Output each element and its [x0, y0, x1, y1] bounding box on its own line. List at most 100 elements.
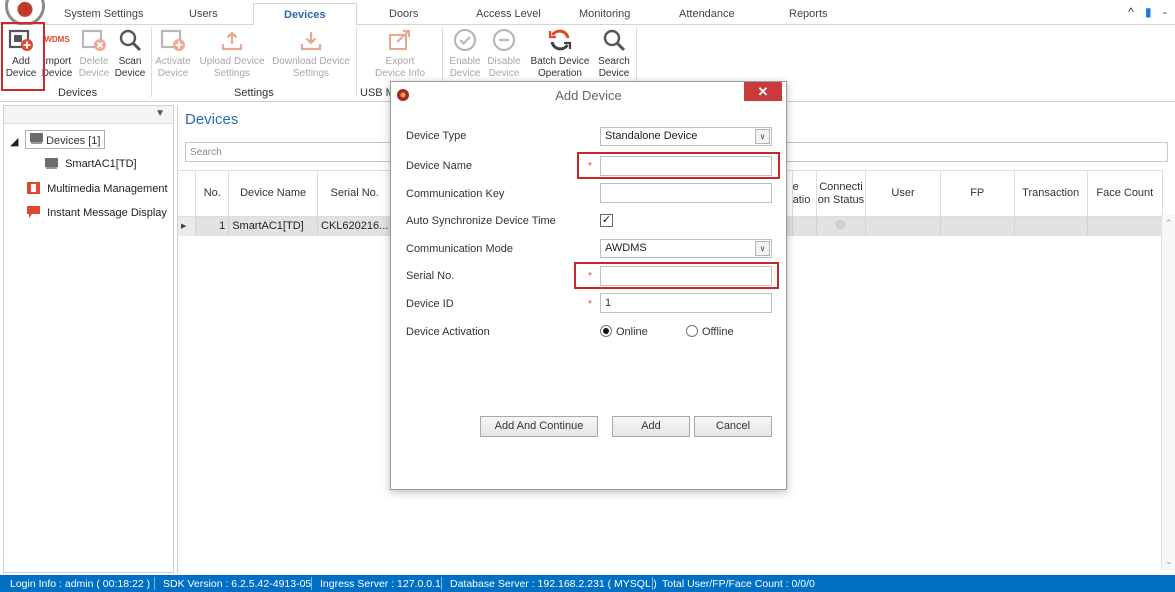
tree-item-instant-message-display[interactable]: Instant Message Display [27, 206, 167, 219]
add-and-continue-button[interactable]: Add And Continue [480, 416, 598, 437]
tab-monitoring[interactable]: Monitoring [579, 8, 630, 20]
tree-item-multimedia-management[interactable]: Multimedia Management [27, 182, 168, 195]
status-database-server: Database Server : 192.168.2.231 ( MYSQL … [450, 578, 657, 590]
enable-device-button[interactable]: Enable Device [447, 27, 483, 79]
required-marker-icon: * [588, 161, 592, 172]
scan-device-button[interactable]: Scan Device [113, 27, 147, 79]
column-header-partial[interactable]: e atio [792, 170, 817, 217]
column-header-fp[interactable]: FP [940, 170, 1015, 217]
cell-serial-no: CKL620216... [317, 216, 393, 236]
online-radio[interactable] [600, 325, 612, 337]
page-title: Devices [185, 111, 239, 128]
refresh-icon [548, 29, 572, 51]
tree-item-smartac1[interactable]: SmartAC1[TD] [45, 158, 137, 170]
tab-doors[interactable]: Doors [389, 8, 418, 20]
batch-device-operation-button[interactable]: Batch Device Operation [528, 27, 592, 79]
vertical-scrollbar[interactable]: ⌃ ⌄ [1161, 215, 1175, 570]
column-header-user[interactable]: User [865, 170, 941, 217]
device-activation-label: Device Activation [406, 326, 490, 338]
offline-radio[interactable] [686, 325, 698, 337]
online-radio-label: Online [616, 326, 648, 338]
tree-panel-header: ▼ [4, 106, 173, 124]
tree-expand-icon[interactable]: ◢ [10, 135, 18, 148]
tab-users[interactable]: Users [189, 8, 218, 20]
add-device-highlight-box [1, 22, 45, 91]
tree-item-devices[interactable]: Devices [1] [25, 130, 106, 149]
dialog-title: Add Device [555, 88, 622, 103]
message-icon [27, 206, 40, 218]
communication-mode-select[interactable]: AWDMS ∨ [600, 239, 772, 258]
required-marker-icon: * [588, 299, 592, 310]
wdms-import-icon: WDMS [44, 35, 70, 44]
device-name-label: Device Name [406, 160, 473, 172]
search-icon [603, 29, 626, 52]
device-folder-icon [30, 133, 43, 144]
tab-system-settings[interactable]: System Settings [64, 8, 143, 20]
required-marker-icon: * [588, 271, 592, 282]
device-type-select[interactable]: Standalone Device ∨ [600, 127, 772, 146]
device-tree-panel: ▼ [3, 105, 174, 573]
connection-status-dot-icon [836, 220, 846, 230]
status-sdk-version: SDK Version : 6.2.5.42-4913-05 [163, 578, 312, 590]
status-ingress-server: Ingress Server : 127.0.0.1 [320, 578, 441, 590]
device-id-label: Device ID [406, 298, 454, 310]
settings-group-label: Settings [234, 87, 274, 99]
device-app-icon[interactable]: ▮ [1145, 5, 1156, 19]
device-id-input[interactable] [600, 293, 772, 313]
column-header-no[interactable]: No. [195, 170, 230, 217]
close-button[interactable]: ✕ [744, 82, 782, 101]
download-icon [300, 32, 322, 51]
disable-device-button[interactable]: Disable Device [485, 27, 523, 79]
auto-sync-checkbox[interactable]: ✓ [600, 214, 613, 227]
communication-key-label: Communication Key [406, 188, 505, 200]
column-header-serial-no[interactable]: Serial No. [317, 170, 393, 217]
tab-access-level[interactable]: Access Level [476, 8, 541, 20]
upload-icon [221, 31, 243, 51]
cell-device-name: SmartAC1[TD] [228, 216, 319, 236]
more-options-icon[interactable]: - [1163, 5, 1171, 19]
dialog-titlebar: Add Device ✕ [391, 82, 786, 107]
export-device-info-button[interactable]: Export Device Info [372, 27, 428, 79]
chevron-down-icon: ∨ [755, 129, 770, 144]
upload-device-settings-button[interactable]: Upload Device Settings [197, 27, 267, 79]
download-device-settings-button[interactable]: Download Device Settings [270, 27, 352, 79]
device-name-input[interactable] [600, 156, 772, 176]
cancel-button[interactable]: Cancel [694, 416, 772, 437]
cell-fp [940, 216, 1015, 236]
column-header-device-name[interactable]: Device Name [228, 170, 319, 217]
tab-attendance[interactable]: Attendance [679, 8, 735, 20]
tab-devices[interactable]: Devices [253, 3, 357, 26]
cell-partial [792, 216, 817, 236]
communication-key-input[interactable] [600, 183, 772, 203]
ribbon-separator [356, 27, 357, 97]
status-separator [652, 577, 653, 590]
serial-no-input[interactable] [600, 266, 772, 286]
cell-transaction [1014, 216, 1088, 236]
minus-circle-icon [492, 28, 516, 52]
scroll-down-icon[interactable]: ⌄ [1165, 556, 1173, 567]
column-header-connection-status[interactable]: Connecti on Status [816, 170, 867, 217]
status-login-info: Login Info : admin ( 00:18:22 ) [10, 578, 151, 590]
scroll-up-icon[interactable]: ⌃ [1165, 218, 1173, 229]
search-device-button[interactable]: Search Device [596, 27, 632, 79]
delete-device-button[interactable]: Delete Device [76, 27, 112, 79]
status-separator [154, 577, 155, 590]
serial-no-label: Serial No. [406, 270, 455, 282]
tab-reports[interactable]: Reports [789, 8, 828, 20]
film-icon [27, 182, 40, 194]
device-type-label: Device Type [406, 130, 467, 142]
activate-device-button[interactable]: Activate Device [155, 27, 191, 79]
activate-device-icon [160, 29, 185, 51]
status-total-count: Total User/FP/Face Count : 0/0/0 [662, 578, 815, 590]
device-icon [45, 158, 58, 169]
pin-icon[interactable]: ▼ [155, 108, 165, 119]
row-indicator-icon: ▶ [178, 216, 197, 236]
column-header-face-count[interactable]: Face Count [1087, 170, 1164, 217]
collapse-ribbon-icon[interactable]: ^ [1128, 5, 1138, 19]
search-icon [119, 29, 142, 52]
row-indicator-header [178, 170, 197, 217]
add-button[interactable]: Add [612, 416, 690, 437]
column-header-transaction[interactable]: Transaction [1014, 170, 1088, 217]
import-device-button[interactable]: WDMS Import Device [40, 27, 74, 79]
status-separator [441, 577, 442, 590]
